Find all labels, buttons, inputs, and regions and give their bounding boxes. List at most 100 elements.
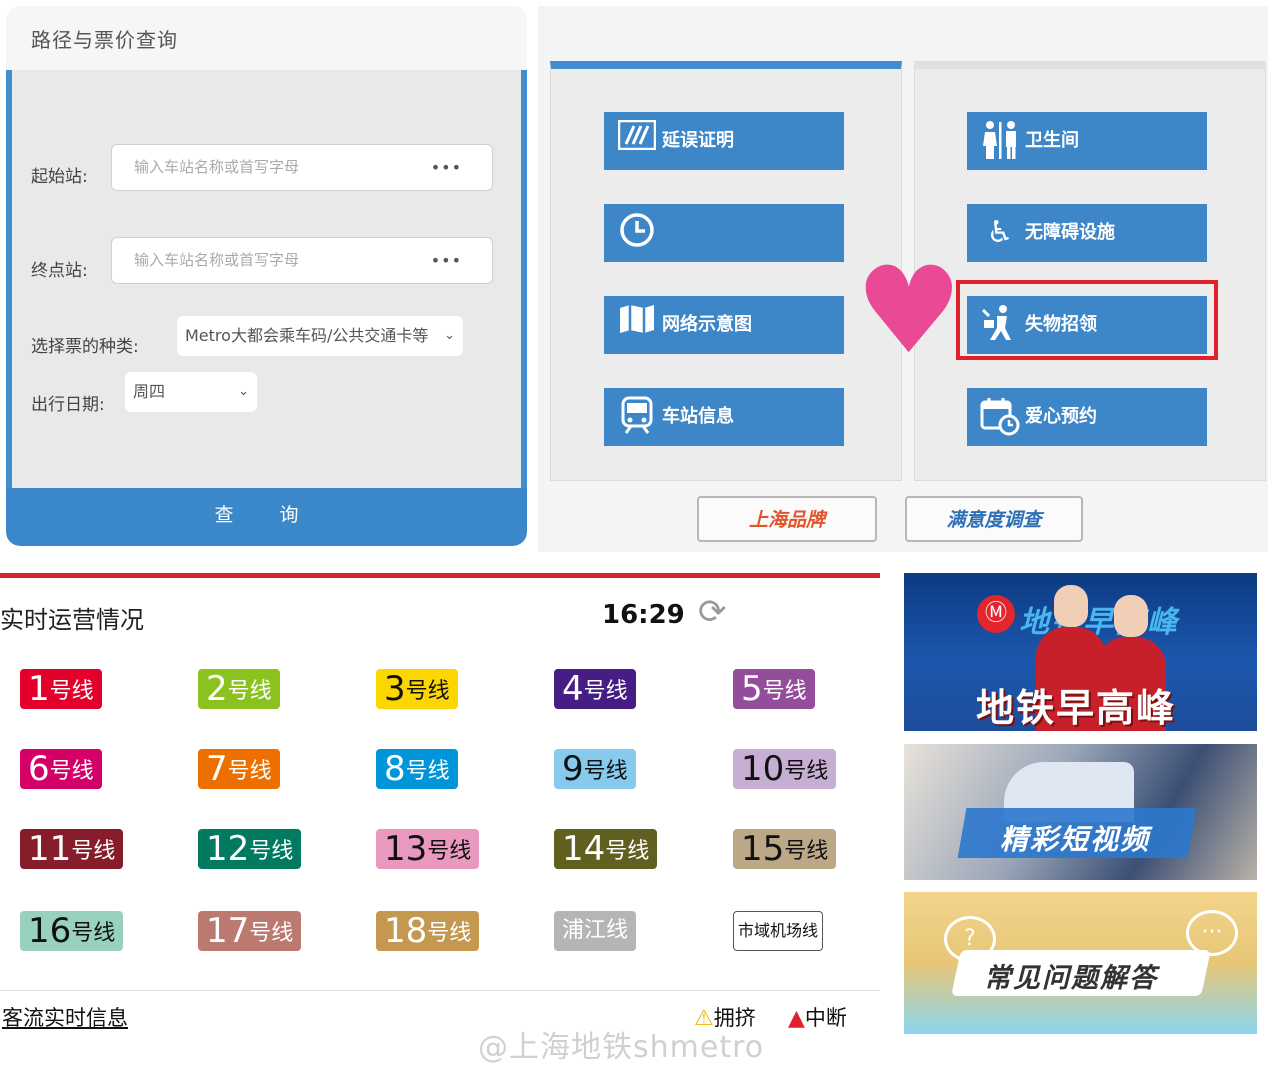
line-badge[interactable]: 6号线 xyxy=(20,749,102,789)
morning-peak-subtitle: 地铁早高峰 xyxy=(1019,605,1179,640)
station-info-label: 车站信息 xyxy=(662,406,734,427)
line-badge[interactable]: 16号线 xyxy=(20,911,124,951)
line-badge[interactable]: 9号线 xyxy=(554,749,636,789)
travel-date-select[interactable]: 周四 ⌄ xyxy=(125,372,257,412)
line-badge[interactable]: 7号线 xyxy=(198,749,280,789)
line-number: 3 xyxy=(384,669,406,709)
line-badge[interactable]: 14号线 xyxy=(554,829,658,869)
clock-service-button[interactable] xyxy=(604,204,844,262)
metro-logo-icon: Ⓜ xyxy=(977,595,1015,633)
ticket-type-select[interactable]: Metro大都会乘车码/公共交通卡等 ⌄ xyxy=(177,316,463,356)
travel-date-label: 出行日期: xyxy=(31,395,105,415)
line-number: 12 xyxy=(206,829,250,869)
line-suffix: 号线 xyxy=(762,679,807,704)
line-suffix: 号线 xyxy=(49,679,94,704)
refresh-icon[interactable]: ⟳ xyxy=(698,592,727,632)
end-station-more-icon[interactable]: ••• xyxy=(431,238,462,283)
ops-title: 实时运营情况 xyxy=(0,606,144,634)
care-booking-button[interactable]: 爱心预约 xyxy=(967,388,1207,446)
line-suffix: 号线 xyxy=(249,839,294,864)
line-badge[interactable]: 市域机场线 xyxy=(733,911,824,951)
realtime-operations-panel: 实时运营情况 16:29 ⟳ 1号线 2号线 3号线 4号线 5号线 6号线 7号线 8号线 9… xyxy=(0,573,880,1048)
faq-title: 常见问题解答 xyxy=(984,963,1158,994)
line-suffix: 号线 xyxy=(427,839,472,864)
line-badge[interactable]: 17号线 xyxy=(198,911,302,951)
start-station-more-icon[interactable]: ••• xyxy=(431,145,462,190)
line-suffix: 号线 xyxy=(71,839,116,864)
line-number: 16 xyxy=(28,911,72,951)
query-form: 起始站: 输入车站名称或首写字母 ••• ⇅ 终点站: 输入车站名称或首写字母 … xyxy=(6,70,527,494)
line-badge[interactable]: 8号线 xyxy=(376,749,458,789)
station-info-button[interactable]: 车站信息 xyxy=(604,388,844,446)
line-badge[interactable]: 10号线 xyxy=(733,749,837,789)
service-card-right: 卫生间 ♿ 无障碍设施 失物招领 爱心预约 xyxy=(914,61,1266,481)
restroom-label: 卫生间 xyxy=(1025,130,1079,151)
service-card-left: 延误证明 网络示意图 车站信息 xyxy=(550,61,902,481)
line-suffix: 号线 xyxy=(784,759,829,784)
restroom-button[interactable]: 卫生间 xyxy=(967,112,1207,170)
travel-date-value: 周四 xyxy=(133,382,166,401)
end-station-label: 终点站: xyxy=(31,261,88,281)
accessibility-label: 无障碍设施 xyxy=(1025,222,1115,243)
line-badge[interactable]: 2号线 xyxy=(198,669,280,709)
line-suffix: 号线 xyxy=(427,921,472,946)
faq-banner[interactable]: ? ··· 常见问题解答 xyxy=(904,892,1257,1034)
line-suffix: 号线 xyxy=(71,921,116,946)
weibo-watermark: @上海地铁shmetro xyxy=(478,1030,765,1065)
line-badge[interactable]: 3号线 xyxy=(376,669,458,709)
network-map-button[interactable]: 网络示意图 xyxy=(604,296,844,354)
calendar-icon xyxy=(979,396,1021,438)
line-number: 6 xyxy=(28,749,50,789)
query-panel-header: 路径与票价查询 xyxy=(6,6,527,70)
line-number: 15 xyxy=(741,829,785,869)
line-suffix: 号线 xyxy=(583,679,628,704)
route-fare-query-panel: 路径与票价查询 起始站: 输入车站名称或首写字母 ••• ⇅ 终点站: 输入车站… xyxy=(6,6,527,546)
line-suffix: 号线 xyxy=(405,759,450,784)
line-suffix: 号线 xyxy=(249,921,294,946)
shanghai-brand-button[interactable]: 上海品牌 xyxy=(697,496,877,542)
line-badge[interactable]: 4号线 xyxy=(554,669,636,709)
ops-footer-divider xyxy=(0,990,880,991)
passenger-flow-link[interactable]: 客流实时信息 xyxy=(2,1002,128,1032)
end-station-input[interactable]: 输入车站名称或首写字母 ••• xyxy=(111,237,493,284)
short-video-banner[interactable]: 精彩短视频 xyxy=(904,744,1257,880)
accessibility-button[interactable]: ♿ 无障碍设施 xyxy=(967,204,1207,262)
line-badge[interactable]: 11号线 xyxy=(20,829,124,869)
line-badge[interactable]: 5号线 xyxy=(733,669,815,709)
clock-icon xyxy=(616,212,658,254)
line-number: 11 xyxy=(28,829,72,869)
line-badge[interactable]: 15号线 xyxy=(733,829,837,869)
start-station-input[interactable]: 输入车站名称或首写字母 ••• xyxy=(111,144,493,191)
morning-peak-banner[interactable]: Ⓜ 地铁早高峰 地铁早高峰 xyxy=(904,573,1257,731)
line-badge[interactable]: 1号线 xyxy=(20,669,102,709)
query-submit-button[interactable]: 查 询 xyxy=(6,488,527,546)
line-number: 18 xyxy=(384,911,428,951)
line-badge[interactable]: 18号线 xyxy=(376,911,480,951)
line-suffix: 号线 xyxy=(405,679,450,704)
delay-certificate-button[interactable]: 延误证明 xyxy=(604,112,844,170)
end-station-placeholder: 输入车站名称或首写字母 xyxy=(134,251,300,269)
heart-sticker-icon: ♥ xyxy=(855,242,963,381)
line-badge[interactable]: 浦江线 xyxy=(554,911,637,951)
line-suffix: 浦江线 xyxy=(562,918,629,943)
care-booking-label: 爱心预约 xyxy=(1025,406,1097,427)
line-suffix: 号线 xyxy=(583,759,628,784)
line-number: 5 xyxy=(741,669,763,709)
delay-certificate-icon xyxy=(616,119,658,162)
morning-peak-title: 地铁早高峰 xyxy=(976,686,1177,730)
ticket-type-label: 选择票的种类: xyxy=(31,337,139,357)
line-badge[interactable]: 13号线 xyxy=(376,829,480,869)
line-badge[interactable]: 12号线 xyxy=(198,829,302,869)
ticket-type-value: Metro大都会乘车码/公共交通卡等 xyxy=(185,326,429,345)
line-suffix: 号线 xyxy=(605,839,650,864)
line-number: 17 xyxy=(206,911,250,951)
ops-time: 16:29 xyxy=(602,600,685,630)
legend-interrupted-label: 中断 xyxy=(804,1006,847,1030)
line-number: 7 xyxy=(206,749,228,789)
network-map-icon xyxy=(616,304,658,346)
wheelchair-icon: ♿ xyxy=(986,215,1014,250)
warning-red-icon: ▲ xyxy=(788,1006,805,1031)
start-station-label: 起始站: xyxy=(31,167,88,187)
satisfaction-survey-button[interactable]: 满意度调查 xyxy=(905,496,1083,542)
legend-interrupted: ▲中断 xyxy=(788,1002,847,1032)
